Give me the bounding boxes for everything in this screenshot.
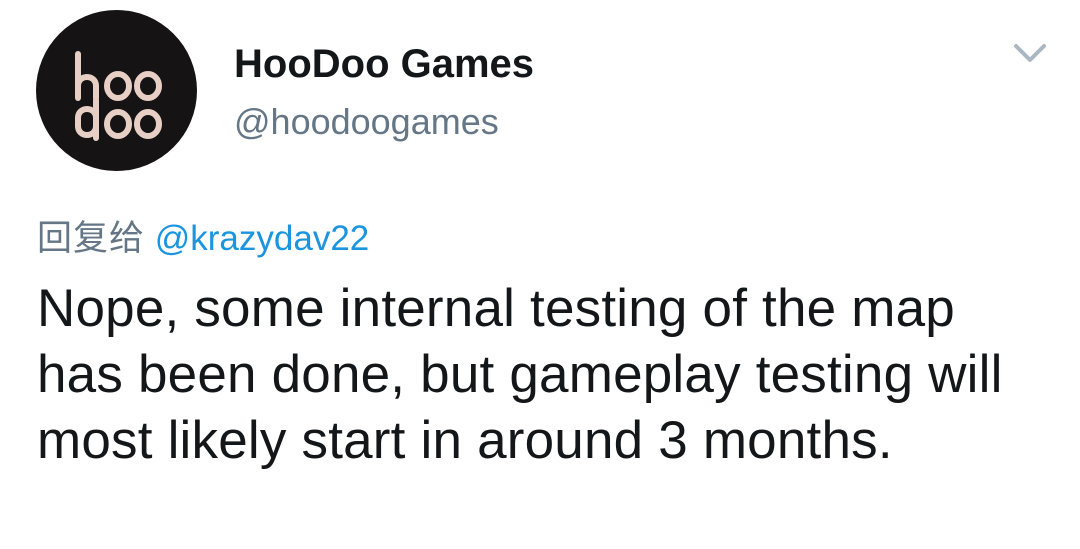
tweet-card: HooDoo Games @hoodoogames 回复给 @krazydav2… xyxy=(0,0,1080,549)
hoodoo-logo-icon xyxy=(75,51,162,141)
chevron-down-icon[interactable] xyxy=(1010,38,1050,68)
reply-context: 回复给 @krazydav22 xyxy=(37,210,369,261)
tweet-text: Nope, some internal testing of the map h… xyxy=(37,279,1003,470)
author-display-name[interactable]: HooDoo Games xyxy=(234,42,534,87)
reply-prefix: 回复给 xyxy=(37,219,146,259)
author-handle[interactable]: @hoodoogames xyxy=(234,101,499,143)
avatar[interactable] xyxy=(36,10,197,171)
reply-to-handle-link[interactable]: @krazydav22 xyxy=(155,219,370,258)
